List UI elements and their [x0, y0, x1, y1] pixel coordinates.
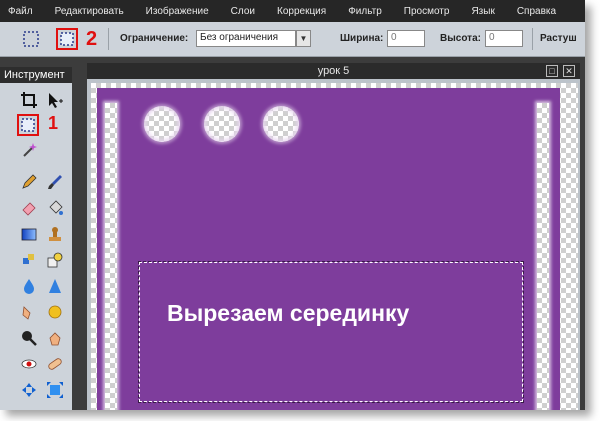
callout-1: 1 [48, 113, 59, 133]
red-eye-tool[interactable] [18, 353, 40, 375]
transparent-circle-hole [144, 106, 180, 142]
marquee-tool[interactable] [17, 114, 39, 136]
right-transparent-strip [537, 103, 549, 410]
arrows-icon [22, 383, 36, 397]
editor-window: Файл Редактировать Изображение Слои Корр… [0, 0, 585, 410]
eye-icon [21, 359, 37, 369]
constraint-select[interactable]: Без ограничения [196, 30, 296, 47]
color-replace-icon [23, 254, 34, 264]
crop-tool[interactable] [18, 89, 40, 111]
marquee-icon [60, 32, 74, 46]
caption-text: Вырезаем серединку [167, 300, 410, 326]
marquee-mode-new-button[interactable] [20, 28, 42, 50]
magic-wand-icon [23, 143, 37, 157]
pencil-tool[interactable] [18, 171, 40, 193]
menu-file[interactable]: Файл [0, 6, 44, 17]
color-replace-tool[interactable] [18, 249, 40, 271]
triangle-icon [49, 279, 61, 293]
paint-bucket-icon [49, 200, 63, 215]
brush-icon [48, 175, 62, 189]
width-input[interactable]: 0 [387, 30, 425, 47]
menu-bar: Файл Редактировать Изображение Слои Корр… [0, 0, 585, 22]
shape-tool[interactable] [44, 249, 66, 271]
magnifier-icon [22, 331, 37, 346]
menu-help[interactable]: Справка [506, 6, 567, 17]
menu-filter[interactable]: Фильтр [337, 6, 393, 17]
rectangular-selection[interactable] [138, 261, 524, 403]
callout-2: 2 [86, 28, 98, 50]
marquee-icon [23, 31, 39, 47]
document-title: урок 5 [87, 63, 580, 79]
stamp-tool[interactable] [44, 223, 66, 245]
left-transparent-strip [105, 103, 117, 410]
document-window: урок 5 □ ✕ Вырезаем серединку [87, 63, 580, 410]
sharpen-tool[interactable] [44, 275, 66, 297]
marquee-icon [21, 118, 35, 132]
divider [108, 28, 109, 50]
crop-icon [21, 92, 37, 108]
constraint-label: Ограничение: [120, 33, 189, 44]
gradient-tool[interactable] [18, 223, 40, 245]
height-label: Высота: [440, 33, 481, 44]
marquee-mode-active-button[interactable] [56, 28, 78, 50]
paint-bucket-tool[interactable] [44, 197, 66, 219]
shape-icon [47, 252, 63, 268]
sponge-icon [48, 305, 62, 319]
liquify-tool[interactable] [44, 379, 66, 401]
drop-icon [24, 279, 34, 294]
feather-label: Растуш [540, 33, 577, 44]
eraser-icon [22, 202, 36, 216]
stamp-icon [49, 227, 61, 241]
transparent-circle-hole [204, 106, 240, 142]
gradient-icon [21, 228, 37, 241]
sponge-tool[interactable] [44, 301, 66, 323]
pinch-tool[interactable] [18, 379, 40, 401]
tools-panel: Инструмент 1 [0, 67, 72, 410]
dodge-tool[interactable] [44, 327, 66, 349]
move-tool[interactable] [44, 89, 66, 111]
pencil-icon [22, 174, 37, 189]
close-button[interactable]: ✕ [563, 65, 575, 77]
hand-icon [49, 332, 61, 346]
purple-layer: Вырезаем серединку [97, 88, 560, 410]
bloat-tool[interactable] [44, 353, 66, 375]
constraint-dropdown-button[interactable]: ▼ [296, 30, 311, 47]
height-input[interactable]: 0 [485, 30, 523, 47]
bandage-icon [48, 358, 62, 370]
maximize-button[interactable]: □ [546, 65, 558, 77]
eraser-tool[interactable] [18, 197, 40, 219]
menu-adjustment[interactable]: Коррекция [266, 6, 337, 17]
menu-language[interactable]: Язык [460, 6, 505, 17]
menu-edit[interactable]: Редактировать [44, 6, 135, 17]
magic-wand-tool[interactable] [18, 139, 40, 161]
finger-icon [22, 306, 31, 320]
tools-panel-title: Инструмент [0, 67, 72, 83]
menu-view[interactable]: Просмотр [393, 6, 461, 17]
blur-tool[interactable] [18, 275, 40, 297]
transparent-circle-hole [263, 106, 299, 142]
image-canvas[interactable]: Вырезаем серединку [91, 83, 578, 410]
menu-image[interactable]: Изображение [135, 6, 220, 17]
maximize-icon: □ [549, 66, 555, 76]
close-icon: ✕ [565, 66, 573, 76]
options-bar: 2 Ограничение: Без ограничения ▼ Ширина:… [0, 22, 585, 57]
move-arrow-icon [49, 93, 63, 108]
brush-tool[interactable] [44, 171, 66, 193]
zoom-tool[interactable] [18, 327, 40, 349]
menu-layers[interactable]: Слои [220, 6, 266, 17]
divider [532, 28, 533, 50]
width-label: Ширина: [340, 33, 384, 44]
chevron-down-icon: ▼ [299, 34, 308, 43]
smudge-tool[interactable] [18, 301, 40, 323]
expand-icon [47, 382, 63, 398]
